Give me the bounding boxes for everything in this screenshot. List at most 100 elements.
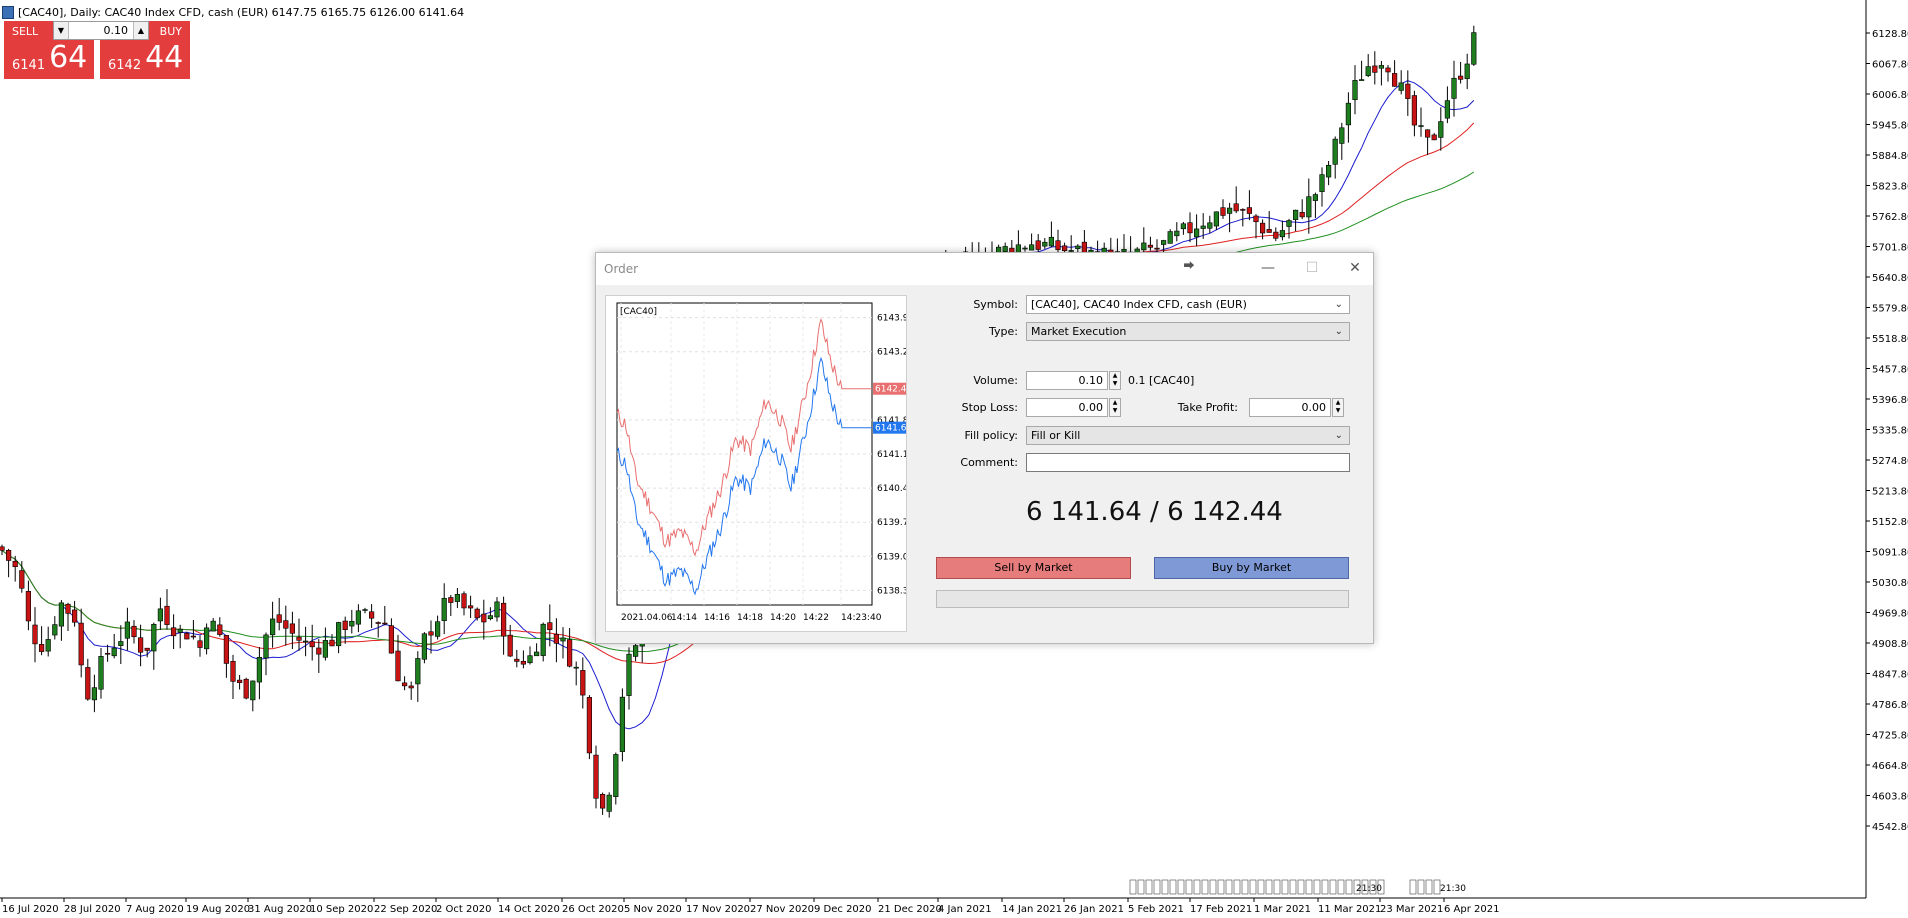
candle-body (1385, 67, 1391, 73)
dialog-titlebar[interactable]: Order ⮕ — ☐ ✕ (596, 253, 1373, 285)
session-marker (1321, 879, 1329, 895)
candle-body (1451, 77, 1457, 99)
candle-body (1425, 129, 1431, 138)
candle-body (230, 660, 236, 682)
x-tick-label: 26 Jan 2021 (1064, 904, 1124, 915)
close-icon[interactable]: ✕ (1341, 258, 1369, 278)
volume-down-icon[interactable]: ▼ (54, 22, 69, 39)
mini-x-tick-label: 14:18 (737, 613, 763, 623)
stop-loss-label: Stop Loss: (961, 401, 1018, 414)
fill-policy-select[interactable]: Fill or Kill ⌄ (1026, 426, 1350, 445)
minimize-icon[interactable]: — (1254, 258, 1282, 278)
x-tick-label: 1 Mar 2021 (1254, 904, 1311, 915)
y-tick-label: 6128.80 (1872, 29, 1908, 40)
candle-body (1233, 203, 1239, 212)
candle-body (1147, 244, 1153, 248)
candle-body (494, 601, 500, 618)
sell-by-market-button[interactable]: Sell by Market (936, 557, 1131, 579)
time-marker-label: 21:30 (1356, 884, 1382, 894)
session-marker (1409, 879, 1417, 895)
take-profit-field[interactable]: 0.00 (1249, 398, 1331, 417)
candle-body (1359, 79, 1365, 81)
x-tick-label: 28 Jul 2020 (64, 904, 121, 915)
x-tick-label: 27 Nov 2020 (750, 904, 814, 915)
stop-loss-spin-icon[interactable]: ▲ ▼ (1109, 398, 1121, 417)
volume-spin-icon[interactable]: ▲ ▼ (1109, 371, 1121, 390)
candle-body (1207, 222, 1213, 229)
buy-label: BUY (159, 25, 182, 38)
y-tick-label: 5884.80 (1872, 151, 1908, 162)
take-profit-spin-icon[interactable]: ▲ ▼ (1332, 398, 1344, 417)
y-tick-label: 6006.80 (1872, 90, 1908, 101)
candle-body (586, 697, 592, 754)
take-profit-value: 0.00 (1301, 401, 1327, 414)
type-select[interactable]: Market Execution ⌄ (1026, 322, 1350, 341)
candle-body (1444, 100, 1450, 119)
session-marker (1305, 879, 1313, 895)
session-marker (1265, 879, 1273, 895)
candle-body (527, 655, 533, 664)
candle-body (1167, 231, 1173, 244)
symbol-select[interactable]: [CAC40], CAC40 Index CFD, cash (EUR) ⌄ (1026, 295, 1350, 314)
session-marker (1145, 879, 1153, 895)
candle-body (1141, 242, 1147, 251)
mini-y-tick-label: 6139.70 (877, 518, 906, 528)
x-tick-label: 21 Dec 2020 (878, 904, 942, 915)
candle-body (32, 624, 38, 645)
x-tick-label: 14 Oct 2020 (498, 904, 560, 915)
y-tick-label: 5335.80 (1872, 426, 1908, 437)
session-marker (1417, 879, 1425, 895)
candle-body (375, 622, 381, 624)
progress-bar (936, 590, 1349, 608)
candle-body (368, 611, 375, 619)
candle-body (296, 636, 302, 641)
maximize-icon[interactable]: ☐ (1298, 258, 1326, 278)
x-tick-label: 9 Dec 2020 (814, 904, 872, 915)
candle-body (197, 640, 203, 648)
candle-body (1200, 225, 1206, 229)
candle-body (1405, 83, 1411, 99)
candle-body (144, 647, 150, 651)
chevron-down-icon: ⌄ (1334, 299, 1343, 310)
volume-field[interactable]: 0.10 (1026, 371, 1108, 390)
candle-body (105, 652, 111, 655)
session-marker (1241, 879, 1249, 895)
candle-body (164, 605, 170, 625)
session-marker (1209, 879, 1217, 895)
tick-chart: 6143.906143.206141.806141.106140.406139.… (605, 295, 907, 632)
candle-body (309, 641, 315, 648)
stop-loss-field[interactable]: 0.00 (1026, 398, 1108, 417)
candle-body (1286, 220, 1292, 227)
candle-body (1312, 194, 1318, 201)
candle-body (481, 613, 487, 623)
mini-x-tick-label: 2021.04.06 (621, 613, 673, 623)
sell-price-big: 64 (49, 40, 88, 75)
session-marker (1233, 879, 1241, 895)
candle-body (1187, 222, 1193, 234)
type-label: Type: (989, 325, 1018, 338)
candle-body (1180, 223, 1186, 230)
candle-body (1319, 174, 1325, 192)
volume-stepper[interactable]: ▼ 0.10 ▲ (53, 21, 149, 40)
candle-body (580, 670, 586, 696)
session-marker (1129, 879, 1137, 895)
candle-body (1194, 228, 1200, 238)
y-tick-label: 5274.80 (1872, 456, 1908, 467)
candle-body (599, 793, 606, 809)
one-click-trading-panel: SELL 6141 64 BUY 6142 44 ▼ 0.10 ▲ (4, 21, 190, 79)
y-tick-label: 5579.80 (1872, 304, 1908, 315)
volume-value[interactable]: 0.10 (104, 24, 129, 37)
candle-body (1002, 246, 1008, 252)
mini-y-tick-label: 6138.30 (877, 586, 906, 596)
comment-input[interactable] (1026, 453, 1350, 472)
x-tick-label: 2 Oct 2020 (436, 904, 491, 915)
candle-body (263, 634, 269, 659)
candle-body (1293, 209, 1299, 220)
x-tick-label: 6 Apr 2021 (1444, 904, 1499, 915)
volume-up-icon[interactable]: ▲ (133, 22, 148, 39)
y-tick-label: 5457.80 (1872, 365, 1908, 376)
chart-header-text: [CAC40], Daily: CAC40 Index CFD, cash (E… (18, 5, 465, 19)
candle-body (1471, 32, 1477, 65)
candle-body (626, 653, 632, 696)
buy-by-market-button[interactable]: Buy by Market (1154, 557, 1349, 579)
